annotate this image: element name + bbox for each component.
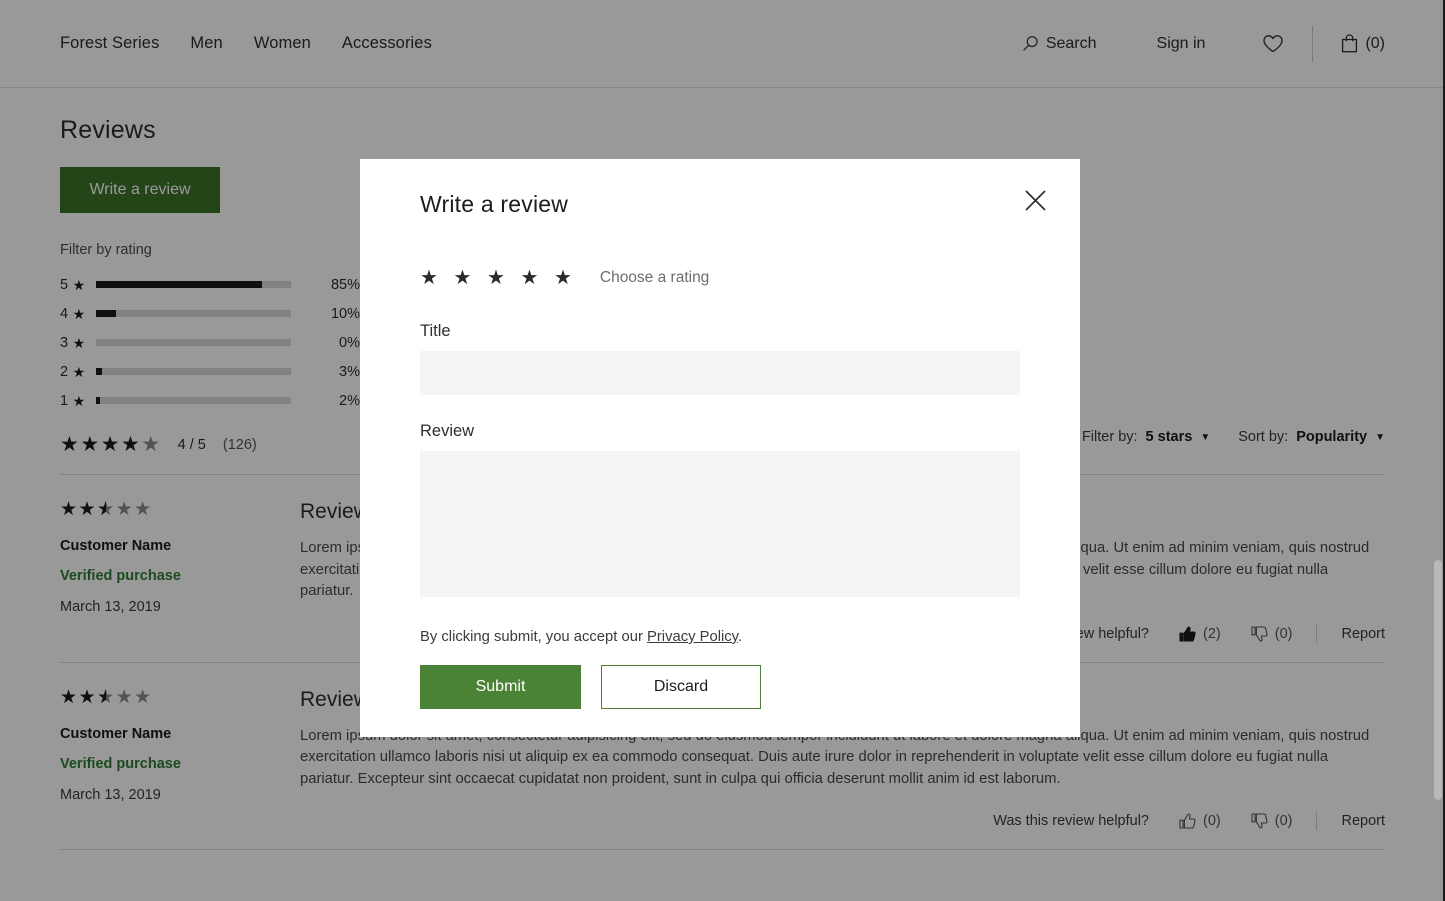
submit-button[interactable]: Submit [420, 665, 581, 709]
privacy-policy-link[interactable]: Privacy Policy [647, 629, 738, 645]
review-title-input[interactable] [420, 351, 1020, 395]
write-review-modal: Write a review ★ ★ ★ ★ ★ Choose a rating… [360, 159, 1080, 737]
discard-button[interactable]: Discard [601, 665, 761, 709]
rating-picker[interactable]: ★ ★ ★ ★ ★ Choose a rating [420, 268, 1040, 288]
rating-stars[interactable]: ★ ★ ★ ★ ★ [420, 268, 577, 288]
privacy-notice: By clicking submit, you accept our Priva… [420, 629, 1040, 645]
choose-rating-label: Choose a rating [600, 269, 709, 287]
review-body-textarea[interactable] [420, 451, 1020, 597]
close-icon[interactable] [1017, 182, 1053, 218]
review-field-label: Review [420, 422, 1040, 441]
title-field-label: Title [420, 322, 1040, 341]
modal-actions: Submit Discard [420, 665, 1040, 709]
privacy-suffix: . [738, 629, 742, 645]
privacy-prefix: By clicking submit, you accept our [420, 629, 647, 645]
modal-title: Write a review [420, 191, 1040, 218]
page-root: Forest Series Men Women Accessories Sear… [0, 0, 1445, 901]
page-scrollbar[interactable] [1434, 560, 1442, 800]
